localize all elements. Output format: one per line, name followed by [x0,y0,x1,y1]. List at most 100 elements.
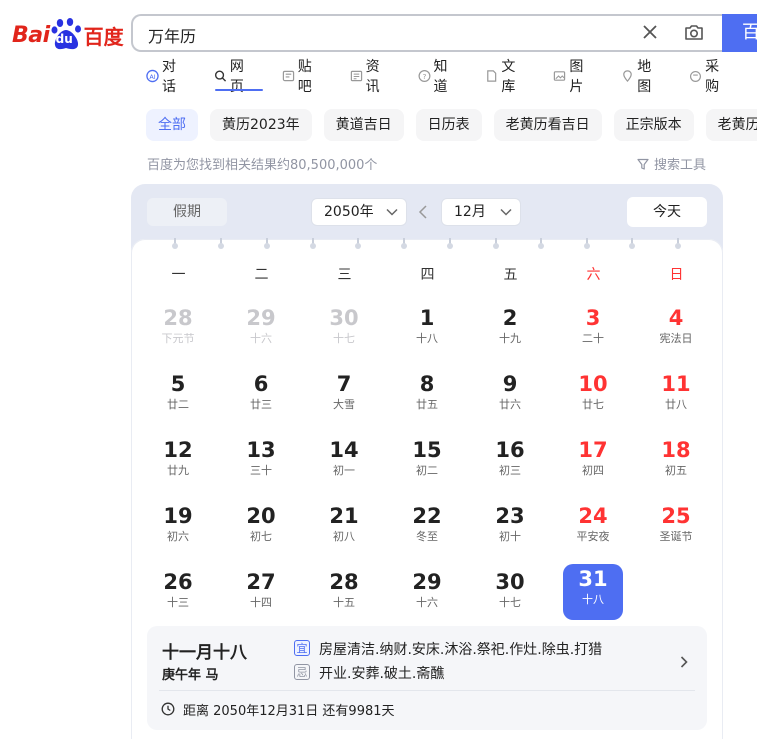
day-cell[interactable]: 8 廿五 [397,369,457,425]
lunar-day: 十八 [416,332,438,345]
lunar-day: 平安夜 [576,530,610,543]
tab-label: 地图 [637,59,652,95]
chip-laohuangli-jiri[interactable]: 老黄历看吉日 [493,109,602,141]
lunar-day: 圣诞节 [659,530,693,543]
day-number: 22 [412,504,442,528]
tab-zhidao[interactable]: ? 知道 [418,59,460,95]
svg-text:?: ? [422,72,426,81]
ji-tag: 忌 [294,664,310,680]
lunar-day: 宪法日 [659,332,693,345]
search-box [131,14,727,52]
day-cell[interactable]: 18 初五 [646,435,706,491]
day-cell[interactable]: 22 冬至 [397,501,457,557]
day-cell[interactable]: 23 初十 [480,501,540,557]
tools-label: 搜索工具 [654,158,707,173]
day-cell[interactable]: 6 廿三 [231,369,291,425]
tab-label: 资讯 [365,59,380,95]
news-icon [350,70,362,82]
clear-icon[interactable] [640,22,660,42]
day-cell[interactable]: 1 十八 [397,303,457,359]
chip-huangdao-jiri[interactable]: 黄道吉日 [323,109,404,141]
search-button[interactable]: 百 [722,14,757,52]
day-cell[interactable]: 28 十五 [314,567,374,623]
lunar-day: 廿七 [582,398,604,411]
tab-image[interactable]: 图片 [553,59,595,95]
day-cell[interactable]: 29 十六 [231,303,291,359]
day-cell-selected[interactable]: 31 十八 [563,564,623,620]
tab-label: 图片 [569,59,584,95]
binder-ring [310,238,316,250]
lunar-day: 冬至 [416,530,438,543]
tab-label: 贴吧 [297,59,312,95]
day-number: 9 [502,372,518,396]
day-cell[interactable]: 10 廿七 [563,369,623,425]
day-number: 14 [329,438,359,462]
day-cell[interactable]: 9 廿六 [480,369,540,425]
binder-ring [355,238,361,250]
chip-rili-biao[interactable]: 日历表 [415,109,482,141]
chevron-right-icon[interactable] [679,654,689,673]
search-tabs: AI 对话 网页 贴吧 资讯 ? 知道 文库 图片 地图 采购 [146,59,757,95]
day-number: 21 [329,504,359,528]
chip-huangli-2023[interactable]: 黄历2023年 [210,109,312,141]
day-cell[interactable]: 5 廿二 [148,369,208,425]
yi-activities: 房屋清洁.纳财.安床.沐浴.祭祀.作灶.除虫.打猎 [319,642,603,658]
chip-laohuangli[interactable]: 老黄历 [705,109,757,141]
tab-label: 知道 [433,59,448,95]
ji-activities: 开业.安葬.破土.斋醮 [319,666,445,682]
day-number: 3 [585,306,601,330]
day-cell[interactable]: 12 廿九 [148,435,208,491]
lunar-day: 初五 [665,464,687,477]
baidu-logo[interactable]: Bai du 百度 [12,18,124,52]
tab-chat[interactable]: AI 对话 [146,59,188,95]
lunar-day: 三十 [250,464,272,477]
day-cell[interactable]: 2 十九 [480,303,540,359]
day-cell[interactable]: 24 平安夜 [563,501,623,557]
chip-zhengzong[interactable]: 正宗版本 [613,109,694,141]
day-cell[interactable]: 26 十三 [148,567,208,623]
tab-wenku[interactable]: 文库 [485,59,527,95]
weekday-label: 三 [337,267,352,283]
year-select[interactable]: 2050年 [311,198,407,226]
day-cell[interactable]: 17 初四 [563,435,623,491]
day-cell[interactable]: 20 初七 [231,501,291,557]
day-cell[interactable]: 30 十七 [480,567,540,623]
lunar-day: 十八 [582,593,604,606]
tab-map[interactable]: 地图 [621,59,663,95]
day-cell[interactable]: 4 宪法日 [646,303,706,359]
tab-shop[interactable]: 采购 [689,59,731,95]
day-cell[interactable]: 13 三十 [231,435,291,491]
day-cell[interactable]: 16 初三 [480,435,540,491]
camera-icon[interactable] [683,22,705,44]
day-cell[interactable]: 21 初八 [314,501,374,557]
tab-label: 对话 [161,59,176,95]
day-cell[interactable]: 3 二十 [563,303,623,359]
tab-tieba[interactable]: 贴吧 [282,59,324,95]
day-cell[interactable]: 25 圣诞节 [646,501,706,557]
lunar-day: 十五 [333,596,355,609]
day-number: 17 [578,438,608,462]
tab-web[interactable]: 网页 [214,59,256,95]
chip-all[interactable]: 全部 [146,109,198,141]
day-cell[interactable]: 27 十四 [231,567,291,623]
month-select[interactable]: 12月 [441,198,521,226]
day-number: 13 [246,438,276,462]
info-divider [159,690,695,691]
day-cell[interactable]: 19 初六 [148,501,208,557]
day-cell[interactable]: 29 十六 [397,567,457,623]
today-button[interactable]: 今天 [627,197,707,227]
day-cell[interactable]: 28 下元节 [148,303,208,359]
day-cell[interactable]: 14 初一 [314,435,374,491]
day-number: 29 [246,306,276,330]
holiday-select[interactable]: 假期 [147,198,227,226]
tab-news[interactable]: 资讯 [350,59,392,95]
search-input[interactable] [146,24,630,45]
day-cell[interactable]: 30 十七 [314,303,374,359]
day-cell[interactable]: 7 大雪 [314,369,374,425]
day-cell[interactable]: 15 初二 [397,435,457,491]
prev-month-button[interactable] [418,204,428,224]
day-cell[interactable]: 11 廿八 [646,369,706,425]
search-icon [214,70,226,82]
search-tools-button[interactable]: 搜索工具 [636,154,706,173]
svg-text:AI: AI [149,73,155,81]
